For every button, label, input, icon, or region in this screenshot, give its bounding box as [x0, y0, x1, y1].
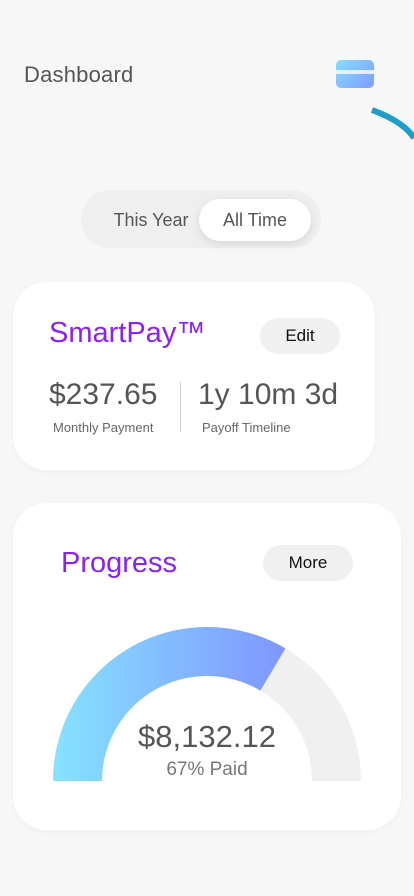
smartpay-title: SmartPay™	[49, 317, 206, 349]
credit-card-icon[interactable]	[336, 60, 374, 88]
paid-amount: $8,132.12	[138, 719, 276, 754]
edit-button[interactable]: Edit	[260, 318, 340, 354]
progress-title: Progress	[61, 547, 178, 579]
progress-card: Progress More $8,132.12 67% Paid	[13, 503, 401, 830]
smartpay-card: SmartPay™ Edit $237.65 Monthly Payment 1…	[13, 282, 375, 470]
toggle-this-year[interactable]: This Year	[101, 199, 201, 241]
gauge-fill	[52, 626, 286, 781]
card-stripe	[336, 70, 374, 74]
percent-paid-label: 67% Paid	[166, 759, 248, 780]
payoff-timeline-value: 1y 10m 3d	[198, 378, 339, 411]
decorative-arc	[370, 107, 414, 140]
time-range-toggle: This Year All Time	[81, 190, 321, 248]
more-button[interactable]: More	[263, 545, 353, 581]
page-title: Dashboard	[24, 62, 134, 87]
monthly-payment-label: Monthly Payment	[53, 420, 154, 435]
toggle-all-time[interactable]: All Time	[199, 199, 311, 241]
monthly-payment-value: $237.65	[49, 378, 158, 411]
payoff-timeline-label: Payoff Timeline	[202, 420, 291, 435]
stat-divider	[180, 382, 181, 432]
